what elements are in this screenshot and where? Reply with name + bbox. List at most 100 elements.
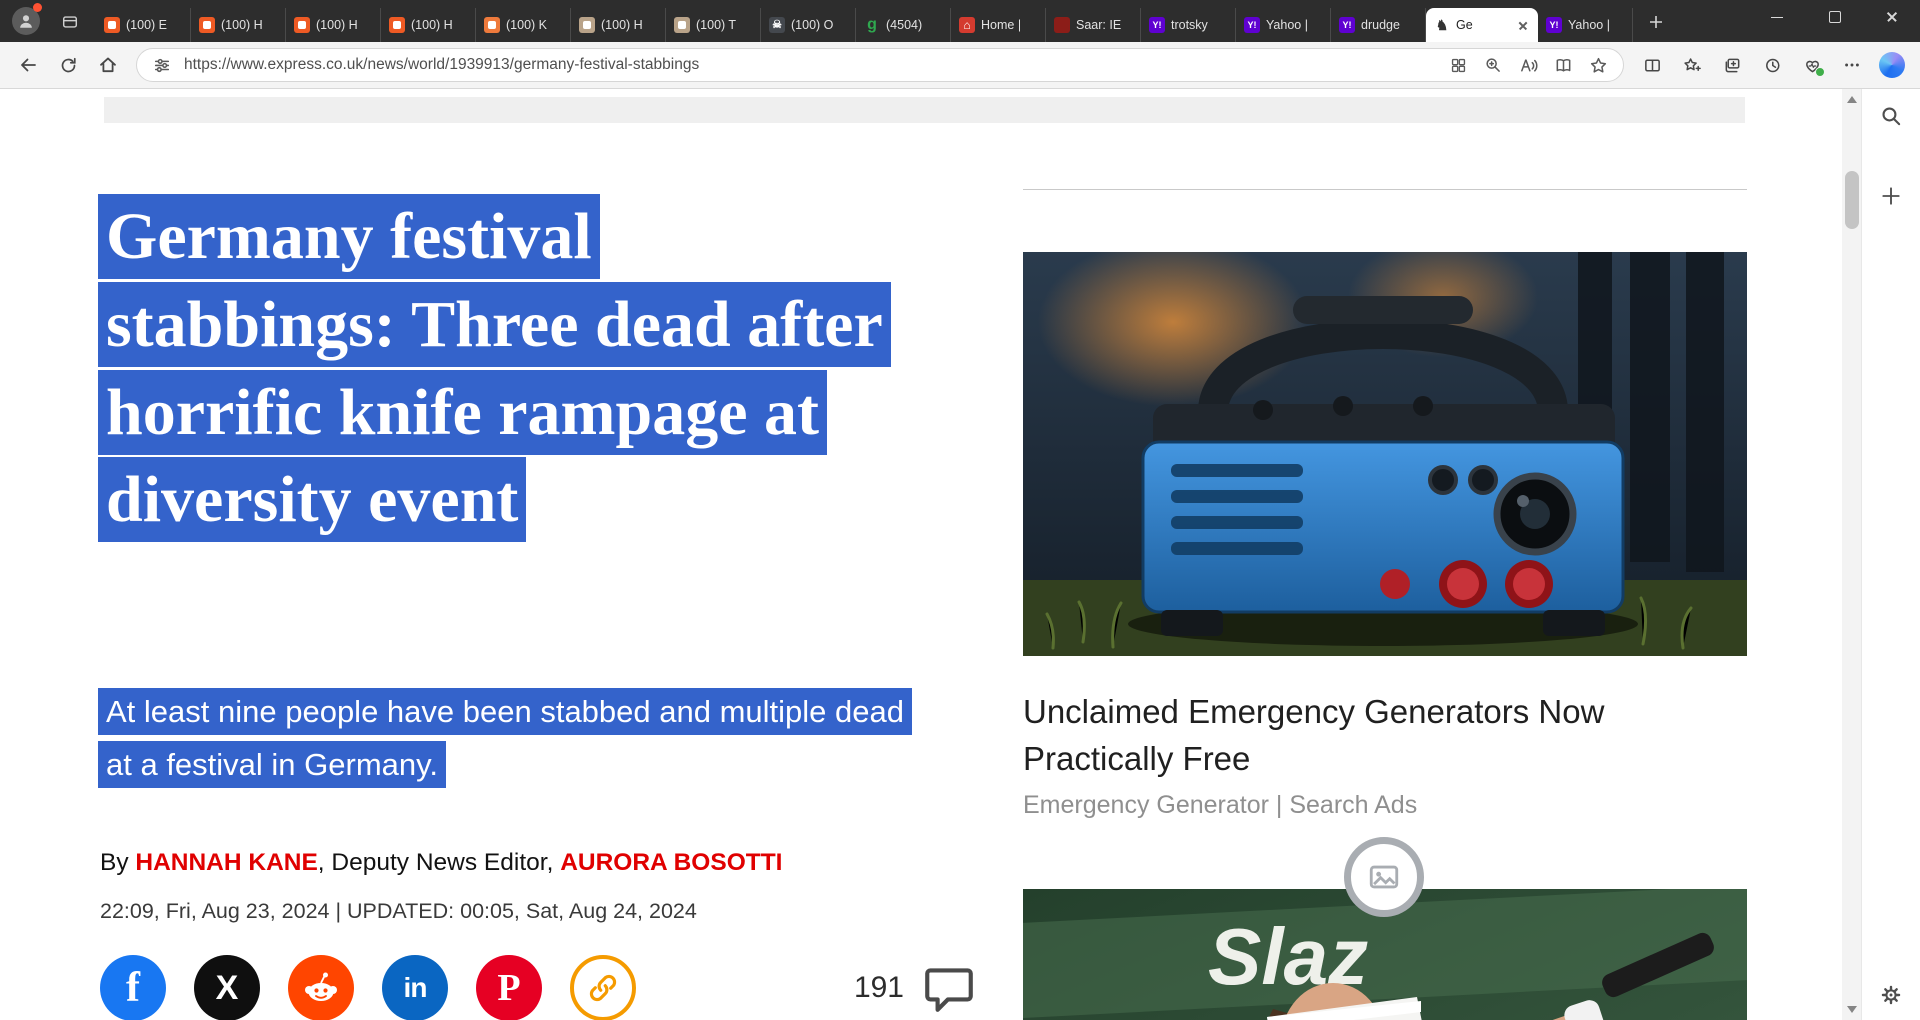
tab-label: drudge [1361, 18, 1400, 32]
tab-strip: (100) E (100) H (100) H (100) H (100) K (100)… [0, 0, 1920, 42]
split-screen-icon[interactable] [1634, 48, 1670, 82]
g-favicon: g [867, 16, 877, 33]
comment-bubble-icon [925, 968, 973, 1012]
linkedin-icon: in [403, 972, 428, 1003]
yahoo-favicon: Y! [1546, 17, 1562, 33]
publish-timestamp: 22:09, Fri, Aug 23, 2024 | UPDATED: 00:0… [100, 899, 697, 923]
zoom-icon[interactable] [1480, 52, 1506, 78]
refresh-button[interactable] [50, 48, 86, 82]
browser-essentials-icon[interactable] [1794, 48, 1830, 82]
tab-label: trotsky [1171, 18, 1208, 32]
sidebar-search-icon[interactable] [1876, 101, 1906, 131]
byline-prefix: By [100, 849, 136, 876]
tab[interactable]: (100) H [286, 8, 381, 42]
scroll-up-icon[interactable] [1847, 96, 1857, 103]
picture-icon [1369, 865, 1399, 889]
sidebar-settings-gear-icon[interactable] [1876, 980, 1906, 1010]
tab[interactable]: (100) H [191, 8, 286, 42]
tab-label: Home | [981, 18, 1022, 32]
ad-headline[interactable]: Unclaimed Emergency Generators Now Pract… [1023, 689, 1747, 783]
tab[interactable]: (100) H [571, 8, 666, 42]
settings-menu-icon[interactable] [1834, 48, 1870, 82]
tab-label: (4504) [886, 18, 923, 32]
share-x-button[interactable]: X [194, 955, 260, 1020]
reddit-icon [320, 975, 326, 984]
ad-info-badge[interactable] [1344, 837, 1424, 917]
tab-label: Saar: IE [1076, 18, 1122, 32]
apps-grid-icon[interactable] [1445, 52, 1471, 78]
person-icon [20, 15, 32, 28]
close-button[interactable] [1864, 0, 1920, 34]
back-button[interactable] [10, 48, 46, 82]
vertical-scrollbar[interactable] [1842, 89, 1862, 1020]
copilot-button[interactable] [1874, 48, 1910, 82]
sidebar-add-icon[interactable] [1876, 181, 1906, 211]
ad-image-generator[interactable] [1023, 252, 1747, 656]
tab[interactable]: (100) E [96, 8, 191, 42]
author-link[interactable]: AURORA BOSOTTI [560, 849, 782, 876]
tab[interactable]: Y! trotsky [1141, 8, 1236, 42]
forum-favicon [294, 17, 310, 33]
immersive-reader-icon[interactable] [1550, 52, 1576, 78]
tab[interactable]: (100) T [666, 8, 761, 42]
pinterest-icon: P [497, 967, 521, 1009]
share-linkedin-button[interactable]: in [382, 955, 448, 1020]
forum-favicon [484, 17, 500, 33]
scrollbar-thumb[interactable] [1845, 171, 1859, 229]
author-link[interactable]: HANNAH KANE [135, 849, 317, 876]
home-button[interactable] [90, 48, 126, 82]
navigation-bar: https://www.express.co.uk/news/world/193… [0, 42, 1920, 89]
share-buttons: f Xin P [100, 955, 636, 1020]
tab-close-icon[interactable] [1515, 18, 1530, 33]
edge-side-panel [1861, 89, 1920, 1020]
tab[interactable]: g (4504) [856, 8, 951, 42]
ad-attribution: Emergency Generator | Search Ads [1023, 791, 1418, 819]
tab-label: Yahoo | [1568, 18, 1610, 32]
tab[interactable]: ☠ (100) O [761, 8, 856, 42]
yahoo-favicon: Y! [1149, 17, 1165, 33]
collections-icon[interactable] [1714, 48, 1750, 82]
share-copy-link-button[interactable] [570, 955, 636, 1020]
tab[interactable]: Y! Yahoo | [1538, 8, 1633, 42]
tab[interactable]: Saar: IE [1046, 8, 1141, 42]
tab-label: Ge [1456, 18, 1473, 32]
tab-label: (100) K [506, 18, 547, 32]
minimize-button[interactable] [1749, 0, 1805, 34]
read-aloud-icon[interactable] [1515, 52, 1541, 78]
url-text: https://www.express.co.uk/news/world/193… [184, 56, 700, 73]
tab[interactable]: Y! drudge [1331, 8, 1426, 42]
tab-label: (100) O [791, 18, 834, 32]
forum-favicon [579, 17, 595, 33]
share-pinterest-button[interactable]: P [476, 955, 542, 1020]
facebook-icon: f [126, 965, 140, 1011]
new-tab-button[interactable] [1643, 9, 1669, 35]
scroll-down-icon[interactable] [1847, 1006, 1857, 1013]
essentials-status-badge [1815, 67, 1825, 77]
page-top-strip [104, 97, 1745, 123]
article-headline: Germany festival stabbings: Three dead a… [98, 193, 891, 544]
restore-button[interactable] [1807, 0, 1863, 34]
forum-favicon [389, 17, 405, 33]
address-bar[interactable]: https://www.express.co.uk/news/world/193… [136, 48, 1624, 82]
tab[interactable]: (100) H [381, 8, 476, 42]
favorites-icon[interactable] [1674, 48, 1710, 82]
site-info-icon[interactable] [149, 52, 175, 78]
share-facebook-button[interactable]: f [100, 955, 166, 1020]
home-favicon: ⌂ [959, 17, 975, 33]
restore-icon [1829, 11, 1841, 23]
tab-label: (100) H [221, 18, 263, 32]
byline-role: , Deputy News Editor, [317, 849, 561, 876]
yahoo-favicon: Y! [1339, 17, 1355, 33]
tab[interactable]: (100) K [476, 8, 571, 42]
tab[interactable]: Y! Yahoo | [1236, 8, 1331, 42]
tab-label: (100) H [316, 18, 358, 32]
forum-favicon [199, 17, 215, 33]
tab-active[interactable]: ♞ Ge [1426, 8, 1538, 42]
tab[interactable]: ⌂ Home | [951, 8, 1046, 42]
reddit-icon [323, 988, 328, 993]
tab-actions-icon[interactable] [57, 9, 83, 35]
share-reddit-button[interactable] [288, 955, 354, 1020]
favorite-star-icon[interactable] [1585, 52, 1611, 78]
history-icon[interactable] [1754, 48, 1790, 82]
comments-link[interactable]: 191 [854, 959, 978, 1017]
